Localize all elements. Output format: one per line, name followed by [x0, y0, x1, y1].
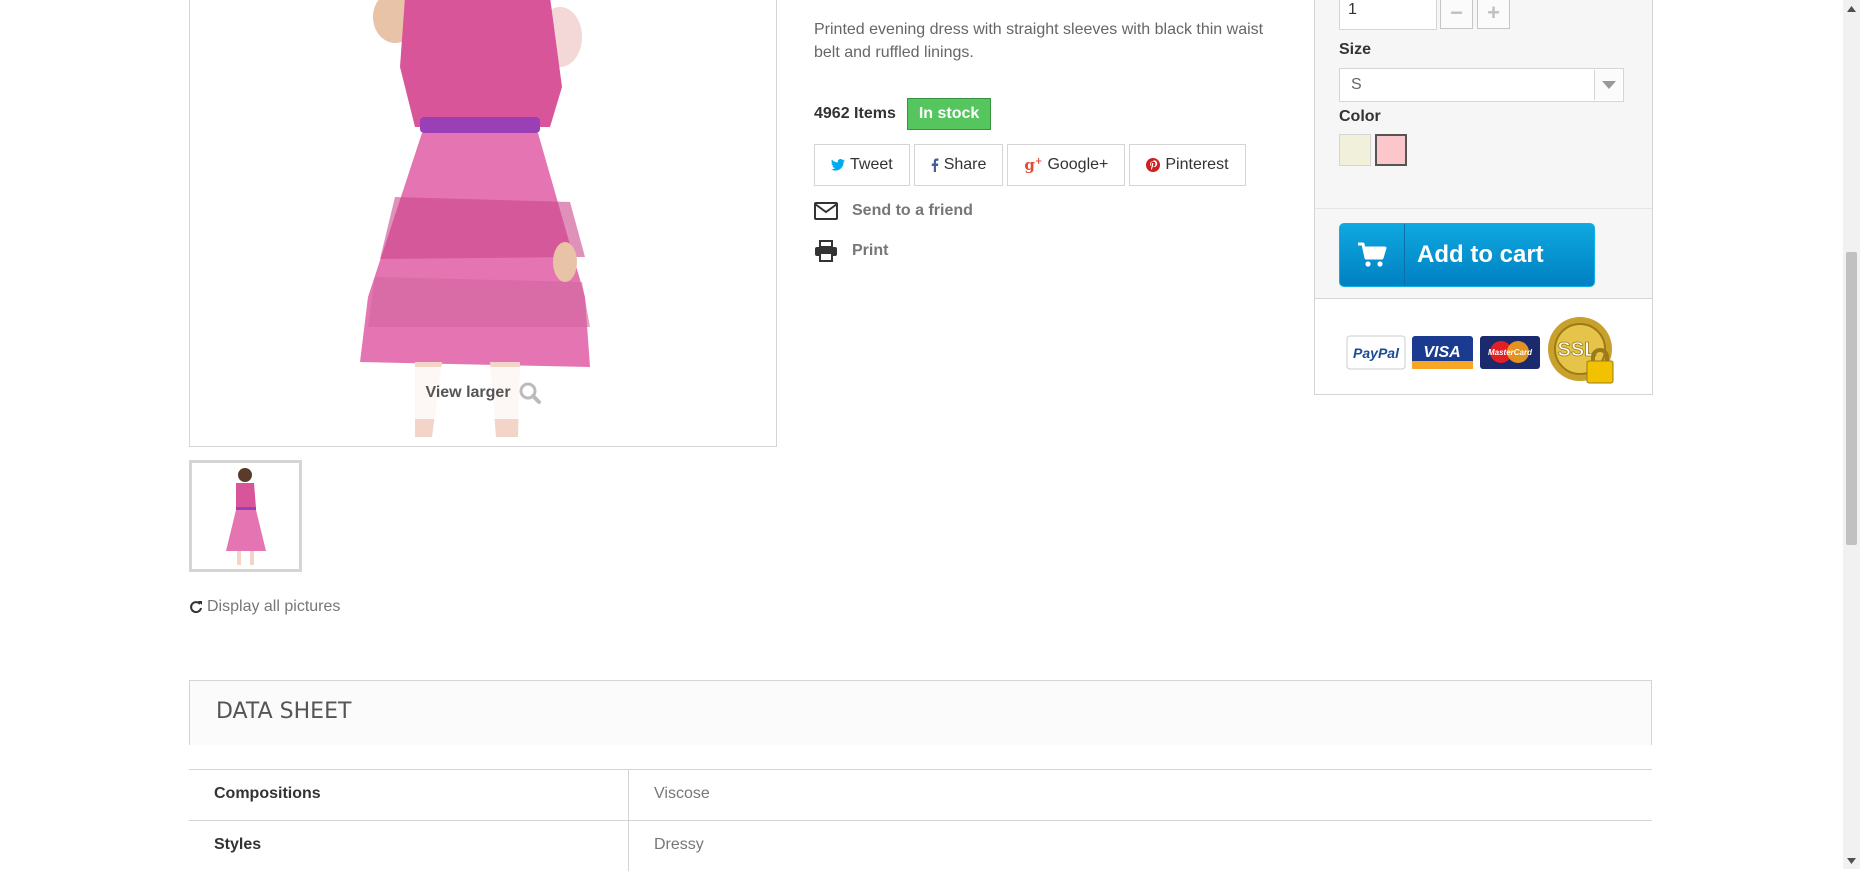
- stock-info: 4962 Items In stock: [814, 98, 992, 130]
- print-link[interactable]: Print: [814, 240, 888, 262]
- color-label: Color: [1339, 108, 1381, 125]
- cart-icon: [1340, 224, 1405, 286]
- payment-logos-graphic: PayPal VISA MasterCard SSL: [1346, 317, 1614, 384]
- table-row: Compositions Viscose: [189, 769, 1652, 820]
- refresh-icon: [190, 601, 202, 614]
- size-selected-value: S: [1351, 76, 1362, 93]
- size-select[interactable]: S: [1339, 68, 1624, 102]
- google-plus-button[interactable]: g+ Google+: [1007, 144, 1126, 186]
- data-sheet-key: Compositions: [189, 770, 629, 820]
- printer-icon: [815, 240, 837, 262]
- svg-text:VISA: VISA: [1423, 344, 1460, 361]
- product-thumbnail[interactable]: [189, 460, 302, 572]
- data-sheet-key: Styles: [189, 821, 629, 871]
- facebook-icon: [931, 158, 939, 172]
- share-label: Share: [943, 156, 987, 173]
- twitter-icon: [831, 159, 845, 171]
- zoom-icon: [519, 382, 541, 404]
- plus-icon: +: [1487, 0, 1500, 25]
- svg-text:PayPal: PayPal: [1353, 345, 1400, 361]
- scroll-up-arrow-icon[interactable]: [1843, 0, 1860, 17]
- google-plus-icon: g+: [1024, 156, 1043, 174]
- facebook-share-button[interactable]: Share: [913, 144, 1004, 186]
- size-label: Size: [1339, 41, 1372, 58]
- quantity-increase-button[interactable]: +: [1477, 0, 1510, 29]
- view-larger-label: View larger: [425, 384, 511, 401]
- color-swatch-beige[interactable]: [1339, 134, 1371, 166]
- dress-thumbnail-photo: [192, 463, 299, 569]
- google-plus-label: Google+: [1047, 156, 1109, 173]
- send-to-friend-link[interactable]: Send to a friend: [814, 202, 973, 220]
- payment-logos: PayPal VISA MasterCard SSL: [1315, 298, 1652, 394]
- quantity-input[interactable]: 1: [1339, 0, 1437, 30]
- data-sheet-value: Viscose: [654, 785, 710, 802]
- svg-text:MasterCard: MasterCard: [1488, 348, 1533, 357]
- tweet-button[interactable]: Tweet: [814, 144, 910, 186]
- tweet-label: Tweet: [850, 156, 893, 173]
- table-row: Styles Dressy: [189, 820, 1652, 871]
- svg-text:SSL: SSL: [1558, 339, 1597, 361]
- envelope-icon: [814, 202, 838, 220]
- display-all-pictures-label: Display all pictures: [207, 598, 341, 615]
- minus-icon: −: [1450, 0, 1463, 25]
- pinterest-label: Pinterest: [1165, 156, 1229, 173]
- color-swatch-pink[interactable]: [1375, 134, 1407, 166]
- view-larger-button[interactable]: View larger: [397, 367, 569, 419]
- data-sheet-table: Compositions Viscose Styles Dressy: [189, 769, 1652, 871]
- pinterest-button[interactable]: Pinterest: [1129, 144, 1246, 186]
- scrollbar-thumb[interactable]: [1846, 252, 1857, 545]
- quantity-available-unit: Items: [854, 105, 896, 122]
- availability-badge: In stock: [906, 98, 992, 130]
- send-to-friend-label: Send to a friend: [852, 202, 973, 219]
- display-all-pictures-link[interactable]: Display all pictures: [189, 598, 340, 616]
- pinterest-icon: [1146, 158, 1161, 172]
- data-sheet-title: DATA SHEET: [189, 680, 1652, 745]
- add-to-cart-button[interactable]: Add to cart: [1339, 223, 1595, 287]
- dropdown-arrow-icon: [1594, 70, 1622, 100]
- add-to-cart-label: Add to cart: [1417, 241, 1544, 268]
- quantity-available-value: 4962: [814, 105, 850, 122]
- quantity-available: 4962 Items: [814, 105, 896, 123]
- data-sheet-value: Dressy: [654, 836, 704, 853]
- quantity-decrease-button[interactable]: −: [1440, 0, 1473, 29]
- print-label: Print: [852, 242, 889, 259]
- product-short-description: Printed evening dress with straight slee…: [814, 21, 1264, 61]
- social-sharing: Tweet Share g+ Google+ Pinterest: [814, 144, 1246, 186]
- scroll-down-arrow-icon[interactable]: [1843, 852, 1860, 869]
